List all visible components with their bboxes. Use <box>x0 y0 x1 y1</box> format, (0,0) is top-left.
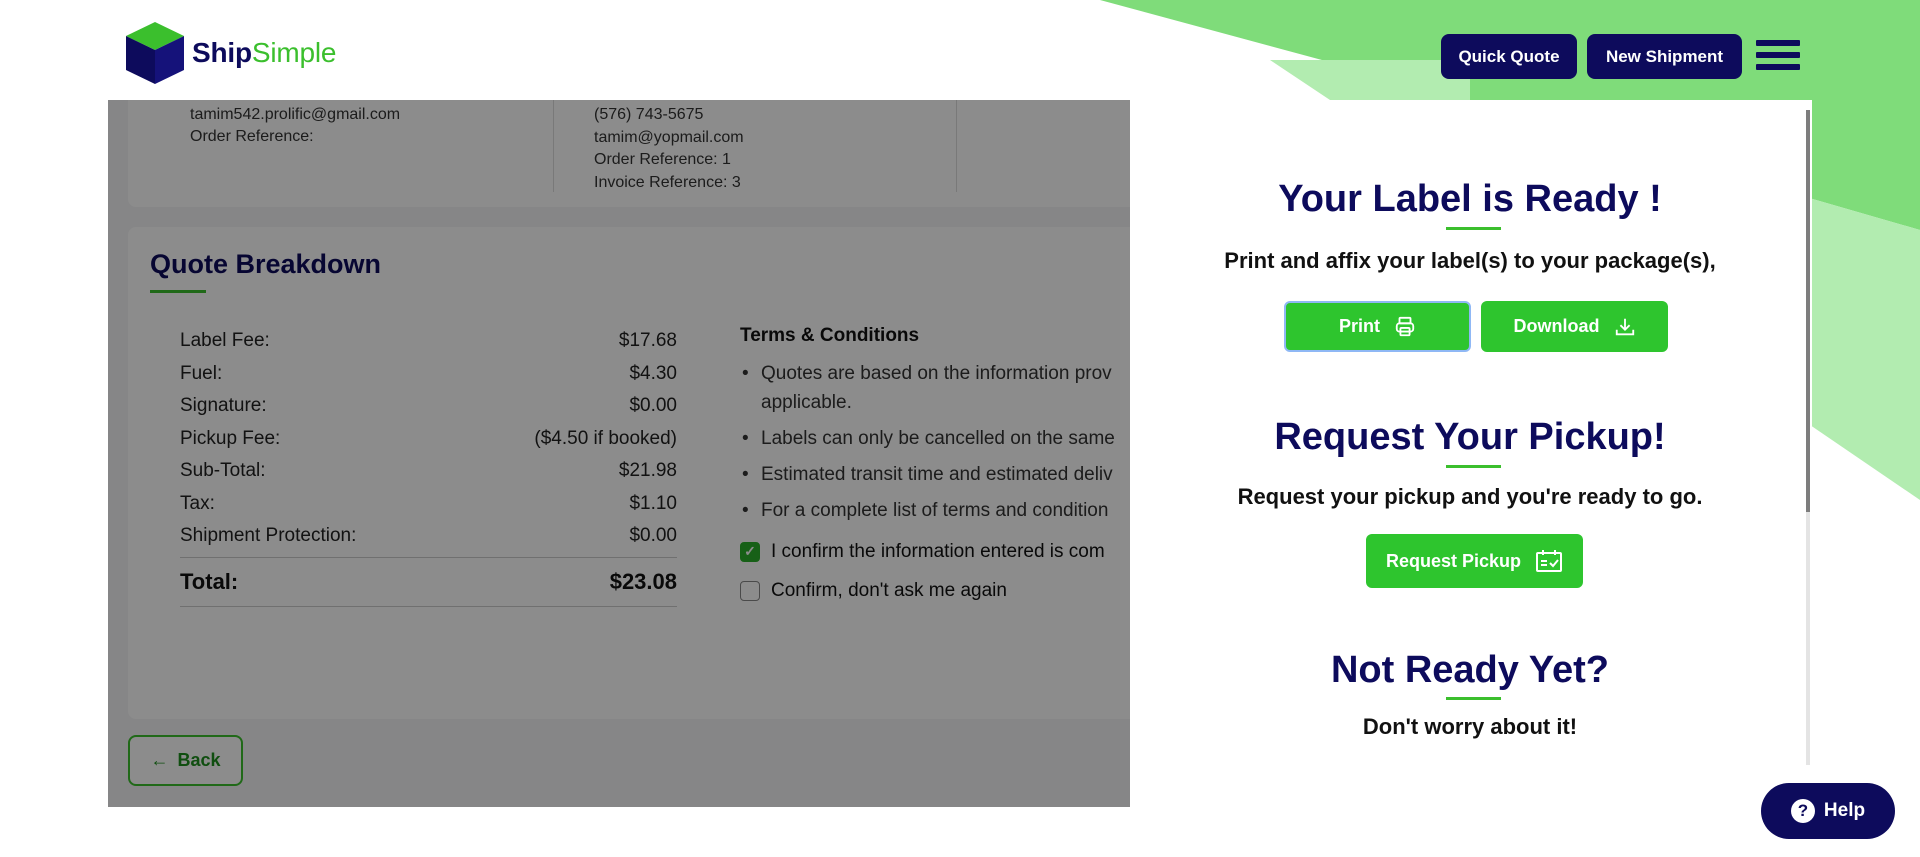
title-underline <box>1446 697 1501 700</box>
not-ready-text: Don't worry about it! <box>1362 714 1578 739</box>
question-circle-icon: ? <box>1790 799 1815 823</box>
label-ready-panel: Your Label is Ready ! Print and affix yo… <box>1130 100 1812 807</box>
request-pickup-title: Request Your Pickup! <box>1274 416 1666 458</box>
title-underline <box>1446 465 1501 468</box>
cube-logo-icon <box>126 22 184 84</box>
title-underline <box>1446 227 1501 230</box>
quick-quote-button[interactable]: Quick Quote <box>1441 34 1577 79</box>
print-label: Print <box>1338 316 1380 336</box>
not-ready-title: Not Ready Yet? <box>1330 649 1610 691</box>
hamburger-menu-icon[interactable] <box>1756 40 1800 74</box>
modal-backdrop[interactable] <box>108 100 1130 807</box>
label-ready-title: Your Label is Ready ! <box>1278 178 1662 220</box>
request-pickup-button[interactable]: Request Pickup <box>1366 534 1583 588</box>
help-button[interactable]: ? Help <box>1761 783 1895 839</box>
logo-wordmark: ShipSimple <box>192 37 337 68</box>
label-ready-text: Print and affix your label(s) to your pa… <box>1224 248 1716 273</box>
request-pickup-label: Request Pickup <box>1385 550 1522 571</box>
main-content: tamim542.prolific@gmail.com Order Refere… <box>108 100 1812 807</box>
print-button[interactable]: Print <box>1284 301 1471 352</box>
shipsimple-logo[interactable]: ShipSimple <box>124 20 336 86</box>
download-icon <box>1614 316 1636 338</box>
printer-icon <box>1394 316 1416 338</box>
new-shipment-button[interactable]: New Shipment <box>1587 34 1742 79</box>
request-pickup-text: Request your pickup and you're ready to … <box>1237 484 1703 509</box>
download-label: Download <box>1513 316 1600 336</box>
download-button[interactable]: Download <box>1481 301 1668 352</box>
help-label: Help <box>1823 800 1866 821</box>
calendar-icon <box>1535 549 1563 573</box>
